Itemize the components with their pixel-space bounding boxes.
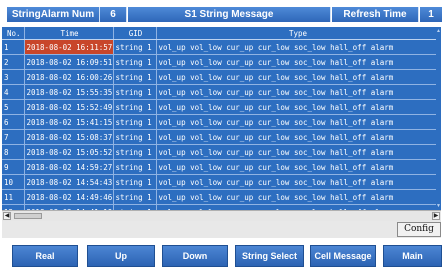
- column-header-time: Time: [24, 27, 114, 40]
- table-header-row: No. Time GID Type: [2, 27, 439, 40]
- cell-message-button[interactable]: Cell Message: [310, 245, 376, 267]
- cell-type: vol_up vol_low cur_up cur_low soc_low ha…: [156, 189, 439, 205]
- table-row[interactable]: 9 2018-08-02 14:59:27 string 1 vol_up vol_l…: [2, 159, 439, 175]
- table-row[interactable]: 2 2018-08-02 16:09:51 string 1 vol_up vol_l…: [2, 54, 439, 70]
- table-row[interactable]: 8 2018-08-02 15:05:52 string 1 vol_up vol_l…: [2, 144, 439, 160]
- cell-gid: string 1: [113, 174, 157, 190]
- cell-type: vol_up vol_low cur_up cur_low soc_low ha…: [156, 69, 439, 85]
- cell-no: 6: [2, 114, 25, 130]
- cell-time: 2018-08-02 14:54:43: [24, 174, 114, 190]
- table-row[interactable]: 5 2018-08-02 15:52:49 string 1 vol_up vol_l…: [2, 99, 439, 115]
- cell-gid: string 1: [113, 84, 157, 100]
- cell-type: vol_up vol_low cur_up cur_low soc_low ha…: [156, 174, 439, 190]
- cell-gid: string 1: [113, 39, 157, 55]
- cell-type: vol_up vol_low cur_up cur_low soc_low ha…: [156, 159, 439, 175]
- cell-gid: string 1: [113, 144, 157, 160]
- table-row[interactable]: 4 2018-08-02 15:55:35 string 1 vol_up vol_l…: [2, 84, 439, 100]
- cell-time: 2018-08-02 16:11:57: [24, 39, 114, 55]
- cell-no: 9: [2, 159, 25, 175]
- cell-time: 2018-08-02 14:49:46: [24, 189, 114, 205]
- horizontal-scrollbar[interactable]: ◀ ▶: [2, 210, 441, 221]
- cell-no: 5: [2, 99, 25, 115]
- column-header-type: Type: [156, 27, 439, 40]
- arrow-right-icon[interactable]: ▶: [432, 212, 440, 220]
- table-row[interactable]: 11 2018-08-02 14:49:46 string 1 vol_up vol_…: [2, 189, 439, 205]
- cell-gid: string 1: [113, 114, 157, 130]
- table-row[interactable]: 6 2018-08-02 15:41:15 string 1 vol_up vol_l…: [2, 114, 439, 130]
- vertical-scrollbar[interactable]: ▲ ▼: [436, 27, 441, 210]
- arrow-down-icon[interactable]: ▼: [436, 203, 441, 209]
- table-row[interactable]: 7 2018-08-02 15:08:37 string 1 vol_up vol_l…: [2, 129, 439, 145]
- cell-gid: string 1: [113, 69, 157, 85]
- header-bar: StringAlarm Num 6 S1 String Message Refr…: [0, 0, 442, 24]
- cell-time: 2018-08-02 16:09:51: [24, 54, 114, 70]
- cell-time: 2018-08-02 15:05:52: [24, 144, 114, 160]
- table-row[interactable]: 3 2018-08-02 16:00:26 string 1 vol_up vol_l…: [2, 69, 439, 85]
- alarm-num-value: 6: [100, 7, 127, 22]
- cell-type: vol_up vol_low cur_up cur_low soc_low ha…: [156, 144, 439, 160]
- table-row[interactable]: 1 2018-08-02 16:11:57 string 1 vol_up vol_l…: [2, 39, 439, 55]
- page-title: S1 String Message: [128, 7, 331, 22]
- column-header-gid: GID: [113, 27, 157, 40]
- cell-time: 2018-08-02 15:55:35: [24, 84, 114, 100]
- cell-type: vol_up vol_low cur_up cur_low soc_low ha…: [156, 39, 439, 55]
- cell-no: 8: [2, 144, 25, 160]
- cell-gid: string 1: [113, 99, 157, 115]
- cell-no: 2: [2, 54, 25, 70]
- cell-no: 1: [2, 39, 25, 55]
- cell-gid: string 1: [113, 189, 157, 205]
- cell-type: vol_up vol_low cur_up cur_low soc_low ha…: [156, 99, 439, 115]
- string-select-button[interactable]: String Select: [235, 245, 304, 267]
- alarm-table: No. Time GID Type 1 2018-08-02 16:11:57 st…: [2, 27, 441, 210]
- arrow-left-icon[interactable]: ◀: [3, 212, 11, 220]
- up-button[interactable]: Up: [87, 245, 155, 267]
- scrollbar-thumb[interactable]: [14, 213, 42, 219]
- cell-time: 2018-08-02 15:41:15: [24, 114, 114, 130]
- cell-no: 10: [2, 174, 25, 190]
- cell-type: vol_up vol_low cur_up cur_low soc_low ha…: [156, 129, 439, 145]
- cell-time: 2018-08-02 15:52:49: [24, 99, 114, 115]
- refresh-time-label: Refresh Time: [332, 7, 419, 22]
- cell-type: vol_up vol_low cur_up cur_low soc_low ha…: [156, 84, 439, 100]
- table-row[interactable]: 10 2018-08-02 14:54:43 string 1 vol_up vol_…: [2, 174, 439, 190]
- arrow-up-icon[interactable]: ▲: [436, 28, 441, 34]
- main-button[interactable]: Main: [383, 245, 442, 267]
- cell-no: 11: [2, 189, 25, 205]
- cell-no: 4: [2, 84, 25, 100]
- cell-time: 2018-08-02 14:59:27: [24, 159, 114, 175]
- config-button[interactable]: Config: [397, 222, 441, 237]
- cell-gid: string 1: [113, 54, 157, 70]
- alarm-num-label: StringAlarm Num: [7, 7, 100, 22]
- down-button[interactable]: Down: [162, 245, 228, 267]
- cell-type: vol_up vol_low cur_up cur_low soc_low ha…: [156, 54, 439, 70]
- real-button[interactable]: Real: [12, 245, 78, 267]
- refresh-time-value[interactable]: 1: [420, 7, 442, 22]
- cell-time: 2018-08-02 15:08:37: [24, 129, 114, 145]
- column-header-no: No.: [2, 27, 25, 40]
- cell-time: 2018-08-02 16:00:26: [24, 69, 114, 85]
- cell-no: 3: [2, 69, 25, 85]
- cell-gid: string 1: [113, 129, 157, 145]
- bottom-nav: Real Up Down String Select Cell Message …: [0, 239, 442, 268]
- cell-type: vol_up vol_low cur_up cur_low soc_low ha…: [156, 114, 439, 130]
- config-area: Config: [2, 221, 441, 238]
- cell-gid: string 1: [113, 159, 157, 175]
- cell-no: 7: [2, 129, 25, 145]
